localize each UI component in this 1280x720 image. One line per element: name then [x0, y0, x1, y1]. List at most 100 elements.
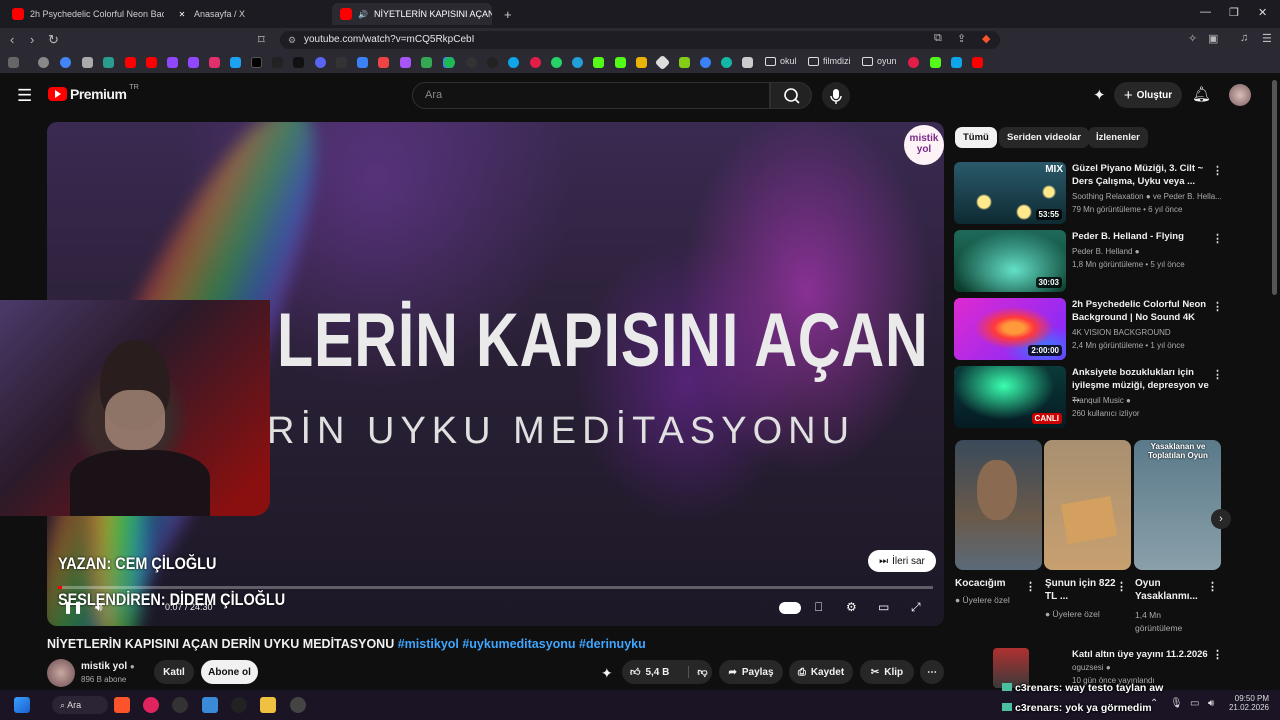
- whatsapp-icon[interactable]: [551, 57, 562, 68]
- media-player-icon[interactable]: [143, 697, 159, 713]
- rec-channel[interactable]: Peder B. Helland ●: [1072, 246, 1140, 257]
- miniplayer-icon[interactable]: ▭: [878, 600, 889, 614]
- instagram-icon[interactable]: [209, 57, 220, 68]
- x-icon[interactable]: [251, 57, 262, 68]
- forward-icon[interactable]: ›: [30, 32, 34, 47]
- volume-icon[interactable]: 🔊︎: [95, 600, 103, 615]
- premium-sparkle-icon[interactable]: ✦: [601, 665, 613, 682]
- thumbnail[interactable]: CANLI: [954, 366, 1066, 428]
- bookmark-icon[interactable]: [700, 57, 711, 68]
- thumbnail[interactable]: 30:03: [954, 230, 1066, 292]
- thumbnail[interactable]: MIX 53:55: [954, 162, 1066, 224]
- recommendation-item[interactable]: MIX 53:55 Güzel Piyano Müziği, 3. Cilt ~…: [954, 162, 1224, 224]
- more-options-icon[interactable]: ⋮: [1116, 580, 1127, 593]
- channel-watermark[interactable]: mistik yol: [904, 125, 944, 165]
- restore-icon[interactable]: ❐: [1229, 6, 1239, 19]
- spotify-icon[interactable]: [444, 57, 455, 68]
- folder-okul[interactable]: okul: [765, 56, 797, 66]
- bookmark-icon[interactable]: [721, 57, 732, 68]
- app-icon[interactable]: [231, 697, 247, 713]
- voice-search-button[interactable]: [822, 82, 850, 110]
- bookmark-icon[interactable]: [230, 57, 241, 68]
- brave-shield-icon[interactable]: ◆: [982, 32, 990, 45]
- photos-icon[interactable]: [202, 697, 218, 713]
- join-button[interactable]: Katıl: [154, 660, 194, 684]
- subtitles-icon[interactable]: ⎕: [815, 600, 822, 615]
- bookmark-icon[interactable]: [530, 57, 541, 68]
- channel-avatar[interactable]: [47, 659, 75, 687]
- more-options-icon[interactable]: ⋮: [1212, 368, 1223, 381]
- reload-icon[interactable]: ↻: [48, 32, 59, 48]
- minimize-icon[interactable]: —: [1200, 6, 1211, 18]
- rec-channel[interactable]: 4K VISION BACKGROUND: [1072, 327, 1171, 338]
- close-window-icon[interactable]: ✕: [1258, 6, 1267, 19]
- bookmark-icon[interactable]: [508, 57, 519, 68]
- channel-name[interactable]: mistik yol ●: [81, 661, 135, 672]
- bookmark-icon[interactable]: [679, 57, 690, 68]
- video-hashtags[interactable]: #mistikyol #uykumeditasyonu #derinuyku: [398, 637, 646, 651]
- settings-gear-icon[interactable]: ⚙: [846, 600, 857, 614]
- rec-title[interactable]: Peder B. Helland - Flying: [1072, 230, 1212, 243]
- hamburger-menu-icon[interactable]: ☰: [17, 86, 32, 106]
- media-icon[interactable]: ♫: [1240, 32, 1248, 44]
- bookmark-icon[interactable]: [400, 57, 411, 68]
- bookmark-icon[interactable]: [654, 54, 671, 71]
- folder-filmdizi[interactable]: filmdizi: [808, 56, 851, 66]
- tiktok-icon[interactable]: [293, 57, 304, 68]
- rec-channel[interactable]: Soothing Relaxation ● ve Peder B. Hella.…: [1072, 191, 1222, 202]
- page-scrollbar[interactable]: [1272, 80, 1277, 295]
- more-options-icon[interactable]: ⋮: [1212, 648, 1223, 661]
- youtube-icon[interactable]: [146, 57, 157, 68]
- search-input[interactable]: Ara: [412, 82, 770, 109]
- clock[interactable]: 09:50 PM 21.02.2026: [1225, 694, 1269, 712]
- rec-title[interactable]: Güzel Piyano Müziği, 3. Cilt ~ Ders Çalı…: [1072, 162, 1212, 188]
- bookmark-icon[interactable]: [466, 57, 477, 68]
- chip-series[interactable]: Seriden videolar: [999, 127, 1089, 148]
- short-thumbnail[interactable]: [1044, 440, 1131, 570]
- back-icon[interactable]: ‹: [10, 32, 14, 47]
- windows-start-icon[interactable]: [14, 697, 30, 713]
- open-external-icon[interactable]: ⧉: [934, 32, 942, 45]
- drive-icon[interactable]: [421, 57, 432, 68]
- bookmark-icon[interactable]: [378, 57, 389, 68]
- tray-mic-icon[interactable]: 🎙︎: [1170, 698, 1183, 709]
- bookmark-icon[interactable]: [336, 57, 347, 68]
- bookmark-icon[interactable]: [103, 57, 114, 68]
- recommendation-item[interactable]: CANLI Anksiyete bozuklukları için iyileş…: [954, 366, 1224, 428]
- bookmark-icon[interactable]: [272, 57, 283, 68]
- network-icon[interactable]: ▭: [1190, 698, 1199, 709]
- rec-title[interactable]: Katıl altın üye yayını 11.2.2026: [1072, 649, 1208, 660]
- skip-forward-button[interactable]: ⏭ İleri sar: [868, 550, 936, 572]
- tab-psychedelic[interactable]: 2h Psychedelic Colorful Neon Backg: [4, 3, 164, 25]
- thumbnail[interactable]: 2:00:00: [954, 298, 1066, 360]
- premium-features-icon[interactable]: ✦: [1093, 86, 1106, 104]
- brave-browser-icon[interactable]: [114, 697, 130, 713]
- tab-x[interactable]: ✕ Anasayfa / X: [168, 3, 328, 25]
- progress-bar[interactable]: [58, 586, 933, 589]
- folder-oyun[interactable]: oyun: [862, 56, 897, 66]
- bookmark-icon[interactable]: ⌑: [258, 32, 265, 48]
- sidebar-icon[interactable]: ▣: [1208, 32, 1218, 45]
- bookmark-icon[interactable]: [742, 57, 753, 68]
- youtube-icon[interactable]: [972, 57, 983, 68]
- rec-title[interactable]: 2h Psychedelic Colorful Neon Background …: [1072, 298, 1212, 324]
- rec-channel[interactable]: Tranquil Music ●: [1072, 395, 1131, 406]
- bookmark-icon[interactable]: [82, 57, 93, 68]
- address-field[interactable]: ⚙ youtube.com/watch?v=mCQ5RkpCebI: [280, 31, 1000, 49]
- twitch-icon[interactable]: [167, 57, 178, 68]
- site-info-icon[interactable]: ⚙: [288, 31, 296, 49]
- fullscreen-icon[interactable]: ⤢: [911, 600, 921, 615]
- bookmark-icon[interactable]: [357, 57, 368, 68]
- autoplay-toggle[interactable]: [779, 602, 801, 614]
- avatar[interactable]: [1229, 84, 1251, 106]
- discord-icon[interactable]: [315, 57, 326, 68]
- short-thumbnail[interactable]: [955, 440, 1042, 570]
- rec-channel[interactable]: oguzsesi ●: [1072, 663, 1111, 672]
- more-options-icon[interactable]: ⋮: [1212, 164, 1223, 177]
- notifications-bell-icon[interactable]: 🔔︎: [1192, 85, 1211, 103]
- kick-icon[interactable]: [930, 57, 941, 68]
- dislike-icon[interactable]: 👎︎: [688, 666, 708, 678]
- clip-button[interactable]: ✂ Klip: [860, 660, 914, 684]
- chip-watched[interactable]: İzlenenler: [1088, 127, 1148, 148]
- bookmark-icon[interactable]: [951, 57, 962, 68]
